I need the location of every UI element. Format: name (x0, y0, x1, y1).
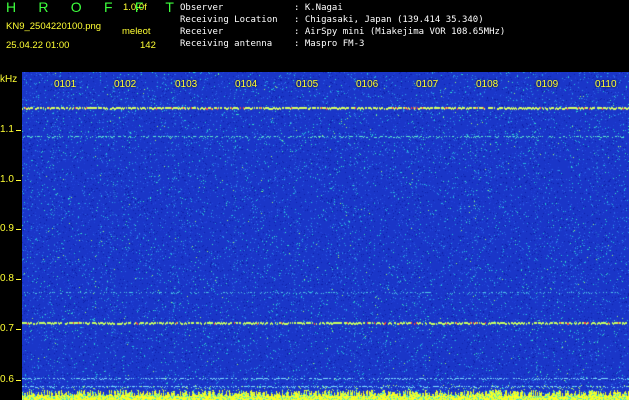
info-label: Receiver (180, 27, 224, 37)
x-tick-label: 0110 (595, 79, 617, 90)
image-filename: KN9_2504220100.png (6, 21, 102, 32)
y-tick-label: 0.6 (0, 374, 14, 385)
y-tick-label: 0.7 (0, 323, 14, 334)
info-receiver: Receiver : AirSpy mini (Miakejima VOR 108… (180, 27, 505, 37)
info-label: Observer (180, 3, 224, 13)
y-tick (16, 329, 21, 330)
y-tick-label: 0.8 (0, 273, 14, 284)
x-tick-label: 0103 (175, 79, 198, 90)
app-title: H R O F F T (6, 0, 184, 15)
x-tick-label: 0108 (476, 79, 499, 90)
meteor-label: meleot (122, 26, 151, 37)
info-antenna: Receiving antenna : Maspro FM-3 (180, 39, 364, 49)
y-tick (16, 380, 21, 381)
x-tick-label: 0104 (235, 79, 258, 90)
observation-datetime: 25.04.22 01:00 (6, 40, 70, 51)
info-value: : K.Nagai (294, 3, 343, 13)
x-tick-label: 0105 (296, 79, 319, 90)
y-tick-label: 1.1 (0, 124, 14, 135)
info-value: : Chigasaki, Japan (139.414 35.340) (294, 15, 484, 25)
info-value: : AirSpy mini (Miakejima VOR 108.65MHz) (294, 27, 506, 37)
app-version: 1.0.0f (123, 2, 147, 13)
info-value: : Maspro FM-3 (294, 39, 365, 49)
y-tick-label: 0.9 (0, 223, 14, 234)
x-tick-label: 0102 (114, 79, 137, 90)
y-tick-label: 1.0 (0, 174, 14, 185)
spectrogram-canvas (22, 72, 629, 400)
x-tick-label: 0107 (416, 79, 439, 90)
meteor-count: 142 (140, 40, 156, 51)
info-location: Receiving Location : Chigasaki, Japan (13… (180, 15, 484, 25)
x-tick-label: 0101 (54, 79, 77, 90)
y-tick (16, 130, 21, 131)
header: H R O F F T 1.0.0f KN9_2504220100.png me… (0, 0, 629, 72)
y-tick (16, 279, 21, 280)
y-tick (16, 229, 21, 230)
x-tick-label: 0109 (536, 79, 559, 90)
frequency-axis: kHz 1.1 1.0 0.9 0.8 0.7 0.6 (0, 72, 22, 400)
y-unit-label: kHz (0, 74, 18, 85)
info-observer: Observer : K.Nagai (180, 3, 343, 13)
y-tick (16, 180, 21, 181)
info-label: Receiving antenna (180, 39, 273, 49)
x-tick-label: 0106 (356, 79, 379, 90)
info-label: Receiving Location (180, 15, 278, 25)
